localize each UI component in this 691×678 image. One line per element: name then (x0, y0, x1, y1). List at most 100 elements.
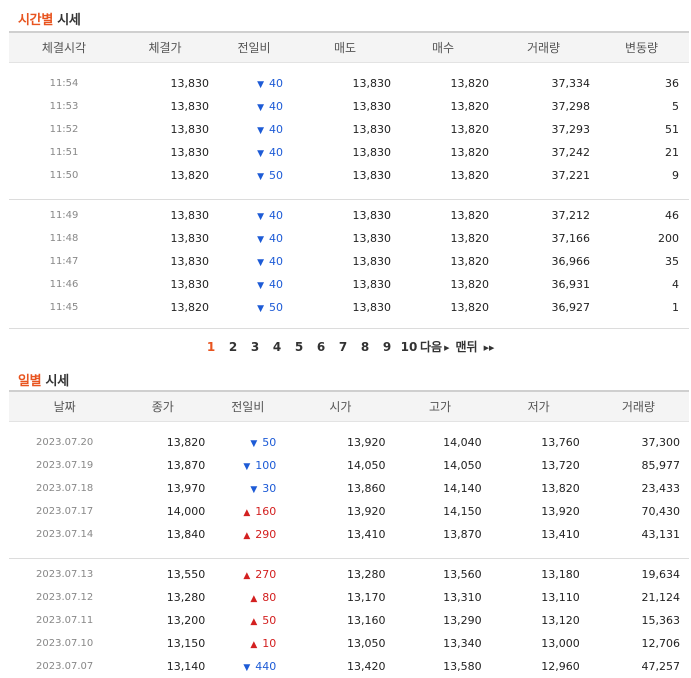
row-divider (9, 319, 689, 329)
page-link-3[interactable]: 3 (244, 340, 266, 354)
page-link-1[interactable]: 1 (200, 340, 222, 354)
low-cell: 13,410 (541, 528, 580, 541)
bid-cell: 13,820 (450, 301, 490, 314)
high-cell: 14,040 (443, 436, 482, 449)
table-row: 2023.07.13 13,550 ▲ 270 13,280 13,560 13,180 19… (9, 563, 689, 586)
next-label: 다음 (420, 340, 443, 354)
table-row: 11:52 13,830 ▼ 40 13,830 13,820 37,293 51 (9, 118, 689, 141)
triangle-down-icon: ▼ (257, 172, 264, 182)
high-cell: 14,150 (443, 505, 482, 518)
time-cell: 11:51 (49, 147, 79, 158)
volume-cell: 37,293 (551, 123, 591, 136)
price-cell: 13,830 (170, 209, 210, 222)
date-cell: 2023.07.18 (36, 483, 94, 494)
page-link-4[interactable]: 4 (266, 340, 288, 354)
delta-cell: 21 (665, 146, 679, 159)
page-link-8[interactable]: 8 (354, 340, 376, 354)
page-link-5[interactable]: 5 (288, 340, 310, 354)
page-link-10[interactable]: 10 (398, 340, 420, 354)
volume-cell: 37,221 (551, 169, 591, 182)
low-cell: 13,720 (541, 459, 580, 472)
delta-cell: 4 (672, 278, 679, 291)
next-page-link[interactable]: 다음 ▶ (420, 338, 449, 355)
close-cell: 13,840 (166, 528, 206, 541)
low-cell: 13,110 (541, 591, 580, 604)
close-cell: 13,820 (166, 436, 206, 449)
open-cell: 13,920 (346, 436, 386, 449)
low-cell: 13,920 (541, 505, 580, 518)
close-cell: 13,970 (166, 482, 206, 495)
triangle-down-icon: ▼ (257, 126, 264, 136)
change-cell: ▲ 270 (205, 563, 290, 586)
bid-cell: 13,820 (450, 100, 490, 113)
change-value: 270 (255, 568, 277, 581)
date-cell: 2023.07.12 (36, 592, 94, 603)
time-price-table: 체결시각 체결가 전일비 매도 매수 거래량 변동량 11:54 13,830 ▼ 4… (9, 31, 689, 329)
change-cell: ▲ 160 (205, 500, 290, 523)
open-cell: 13,280 (346, 568, 386, 581)
triangle-down-icon: ▼ (243, 663, 251, 673)
page-link-6[interactable]: 6 (310, 340, 332, 354)
high-cell: 13,340 (443, 637, 482, 650)
time-cell: 11:52 (49, 124, 79, 135)
ask-cell: 13,830 (352, 123, 392, 136)
triangle-down-icon: ▼ (243, 462, 251, 472)
page-link-9[interactable]: 9 (376, 340, 398, 354)
open-cell: 13,410 (346, 528, 386, 541)
page-link-7[interactable]: 7 (332, 340, 354, 354)
open-cell: 13,160 (346, 614, 386, 627)
row-divider (9, 422, 689, 432)
volume-cell: 21,124 (641, 591, 681, 604)
volume-cell: 85,977 (641, 459, 681, 472)
change-cell: ▼ 40 (211, 95, 297, 118)
time-cell: 11:45 (49, 302, 79, 313)
change-cell: ▲ 290 (205, 523, 290, 546)
triangle-down-icon: ▼ (257, 212, 264, 222)
close-cell: 13,150 (166, 637, 206, 650)
change-value: 10 (262, 637, 277, 650)
triangle-down-icon: ▼ (257, 235, 264, 245)
change-cell: ▲ 80 (205, 586, 290, 609)
open-cell: 13,170 (346, 591, 386, 604)
triangle-down-icon: ▼ (250, 439, 258, 449)
bid-cell: 13,820 (450, 146, 490, 159)
triangle-down-icon: ▼ (257, 149, 264, 159)
last-page-link[interactable]: 맨뒤 ▶▶ (455, 338, 494, 355)
table-row: 11:45 13,820 ▼ 50 13,830 13,820 36,927 1 (9, 296, 689, 319)
table-row: 11:48 13,830 ▼ 40 13,830 13,820 37,166 200 (9, 227, 689, 250)
date-cell: 2023.07.13 (36, 569, 94, 580)
change-cell: ▼ 40 (211, 204, 297, 227)
change-cell: ▼ 40 (211, 227, 297, 250)
change-value: 50 (269, 301, 283, 314)
high-cell: 14,140 (443, 482, 482, 495)
double-triangle-right-icon: ▶▶ (483, 344, 495, 352)
col-header-bid: 매수 (393, 31, 493, 63)
volume-cell: 37,298 (551, 100, 591, 113)
price-cell: 13,830 (170, 255, 210, 268)
triangle-up-icon: ▲ (243, 508, 251, 518)
change-cell: ▲ 10 (205, 632, 290, 655)
volume-cell: 36,931 (551, 278, 591, 291)
row-divider (9, 187, 689, 204)
row-divider (9, 63, 689, 73)
date-cell: 2023.07.11 (36, 615, 94, 626)
volume-cell: 36,927 (551, 301, 591, 314)
change-cell: ▼ 40 (211, 72, 297, 95)
close-cell: 13,550 (166, 568, 206, 581)
page-link-2[interactable]: 2 (222, 340, 244, 354)
ask-cell: 13,830 (352, 100, 392, 113)
change-cell: ▼ 100 (205, 454, 290, 477)
table-row: 11:46 13,830 ▼ 40 13,830 13,820 36,931 4 (9, 273, 689, 296)
price-cell: 13,830 (170, 146, 210, 159)
volume-cell: 36,966 (551, 255, 591, 268)
delta-cell: 35 (665, 255, 679, 268)
change-value: 290 (255, 528, 277, 541)
time-cell: 11:53 (49, 101, 79, 112)
table-row: 2023.07.17 14,000 ▲ 160 13,920 14,150 13,920 70… (9, 500, 689, 523)
price-cell: 13,830 (170, 100, 210, 113)
delta-cell: 200 (658, 232, 679, 245)
price-cell: 13,830 (170, 232, 210, 245)
triangle-right-icon: ▶ (444, 344, 450, 352)
date-cell: 2023.07.10 (36, 638, 94, 649)
table-row: 2023.07.19 13,870 ▼ 100 14,050 14,050 13,720 85… (9, 454, 689, 477)
